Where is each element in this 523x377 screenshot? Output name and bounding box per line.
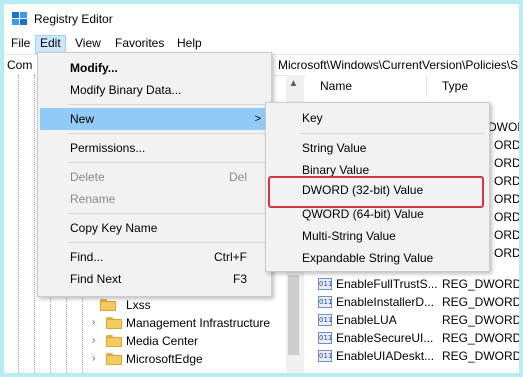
submenu-item-multi-string-value[interactable]: Multi-String Value — [268, 225, 487, 247]
menu-item-modify[interactable]: Modify... — [40, 57, 269, 79]
tree-item-management-infrastructure[interactable]: › Management Infrastructure — [92, 314, 274, 332]
title-bar: Registry Editor — [4, 4, 519, 32]
menu-separator — [68, 213, 267, 214]
submenu-item-binary-value[interactable]: Binary Value — [268, 159, 487, 181]
window-title: Registry Editor — [34, 12, 113, 26]
chevron-right-icon[interactable]: › — [92, 354, 102, 364]
value-type: ORD — [494, 192, 519, 206]
tree-item-lxss[interactable]: Lxss — [92, 296, 272, 314]
tree-item-label: MicrosoftEdge — [126, 352, 203, 366]
chevron-right-icon[interactable]: › — [92, 318, 102, 328]
edit-menu: Modify... Modify Binary Data... New > Pe… — [37, 52, 272, 297]
menu-item-permissions[interactable]: Permissions... — [40, 137, 269, 159]
menu-separator — [68, 242, 267, 243]
column-header-type[interactable]: Type — [442, 79, 468, 93]
new-submenu: Key String Value Binary Value DWORD (32-… — [265, 102, 490, 272]
chevron-right-icon[interactable]: › — [92, 336, 102, 346]
tree-item-media-center[interactable]: › Media Center — [92, 332, 272, 350]
value-type: ORD — [494, 156, 519, 170]
menu-bar: File Edit View Favorites Help — [4, 32, 519, 54]
value-type: REG_DWORD — [442, 313, 519, 327]
scroll-thumb[interactable] — [288, 275, 299, 355]
column-header-name[interactable]: Name — [320, 79, 352, 93]
menu-help[interactable]: Help — [173, 35, 206, 52]
value-type: REG_DWORD — [442, 277, 519, 291]
submenu-item-qword-value[interactable]: QWORD (64-bit) Value — [268, 203, 487, 225]
dword-value-icon: 011 — [318, 296, 333, 308]
value-type: ORD — [494, 174, 519, 188]
menu-item-rename[interactable]: Rename — [40, 188, 269, 210]
tree-item-label: Lxss — [126, 298, 151, 312]
dword-value-icon: 011 — [318, 314, 333, 326]
value-type: ORD — [494, 210, 519, 224]
value-type: REG_DWORD — [442, 331, 519, 345]
submenu-item-string-value[interactable]: String Value — [268, 137, 487, 159]
menu-separator — [68, 162, 267, 163]
shortcut-label: Del — [228, 170, 247, 184]
list-item[interactable]: 011 EnableLUA REG_DWORD — [306, 311, 519, 329]
value-type: REG_DWORD — [442, 295, 519, 309]
registry-app-icon — [12, 12, 27, 25]
shortcut-label: Ctrl+F — [214, 250, 247, 264]
menu-item-delete[interactable]: Delete Del — [40, 166, 269, 188]
menu-separator — [68, 104, 267, 105]
scroll-up-arrow-icon[interactable]: ▲ — [286, 75, 301, 92]
folder-icon — [100, 299, 116, 311]
value-type: ORD — [494, 246, 519, 260]
menu-item-new[interactable]: New > — [40, 108, 269, 130]
menu-file[interactable]: File — [7, 35, 34, 52]
folder-icon — [106, 353, 122, 365]
list-item[interactable]: 011 EnableInstallerD... REG_DWORD — [306, 293, 519, 311]
value-type: ORD — [494, 138, 519, 152]
menu-separator — [68, 133, 267, 134]
submenu-item-key[interactable]: Key — [268, 107, 487, 129]
menu-separator — [300, 133, 485, 134]
menu-favorites[interactable]: Favorites — [111, 35, 168, 52]
folder-icon — [106, 335, 122, 347]
address-text-start: Com — [7, 58, 33, 72]
menu-item-copy-key-name[interactable]: Copy Key Name — [40, 217, 269, 239]
value-name: EnableUIADeskt... — [336, 349, 435, 363]
dword-value-icon: 011 — [318, 350, 333, 362]
shortcut-label: F3 — [232, 272, 247, 286]
dword-value-icon: 011 — [318, 278, 333, 290]
dword-value-icon: 011 — [318, 332, 333, 344]
column-separator[interactable] — [426, 75, 427, 97]
list-item[interactable]: 011 EnableUIADeskt... REG_DWORD — [306, 347, 519, 365]
value-name: EnableLUA — [336, 313, 397, 327]
folder-icon — [106, 317, 122, 329]
menu-item-modify-binary-data[interactable]: Modify Binary Data... — [40, 79, 269, 101]
address-path: Microsoft\Windows\CurrentVersion\Policie… — [278, 58, 519, 72]
menu-view[interactable]: View — [71, 35, 105, 52]
value-type: REG_DWORD — [442, 349, 519, 363]
value-name: EnableFullTrustS... — [336, 277, 438, 291]
value-type: ORD — [494, 228, 519, 242]
tree-guide-line — [18, 75, 19, 373]
submenu-item-dword-value[interactable]: DWORD (32-bit) Value — [268, 179, 487, 201]
list-item[interactable]: 011 EnableFullTrustS... REG_DWORD — [306, 275, 519, 293]
tree-item-microsoftedge[interactable]: › MicrosoftEdge — [92, 350, 272, 368]
tree-item-label: Management Infrastructure — [126, 316, 271, 330]
tree-item-label: Media Center — [126, 334, 199, 348]
value-name: EnableInstallerD... — [336, 295, 435, 309]
chevron-right-icon: > — [254, 113, 261, 125]
list-item[interactable]: 011 EnableSecureUI... REG_DWORD — [306, 329, 519, 347]
submenu-item-expandable-string-value[interactable]: Expandable String Value — [268, 247, 487, 269]
value-type: DWORD — [488, 120, 519, 134]
menu-item-find[interactable]: Find... Ctrl+F — [40, 246, 269, 268]
value-name: EnableSecureUI... — [336, 331, 434, 345]
menu-item-find-next[interactable]: Find Next F3 — [40, 268, 269, 290]
tree-guide-line — [34, 75, 35, 373]
